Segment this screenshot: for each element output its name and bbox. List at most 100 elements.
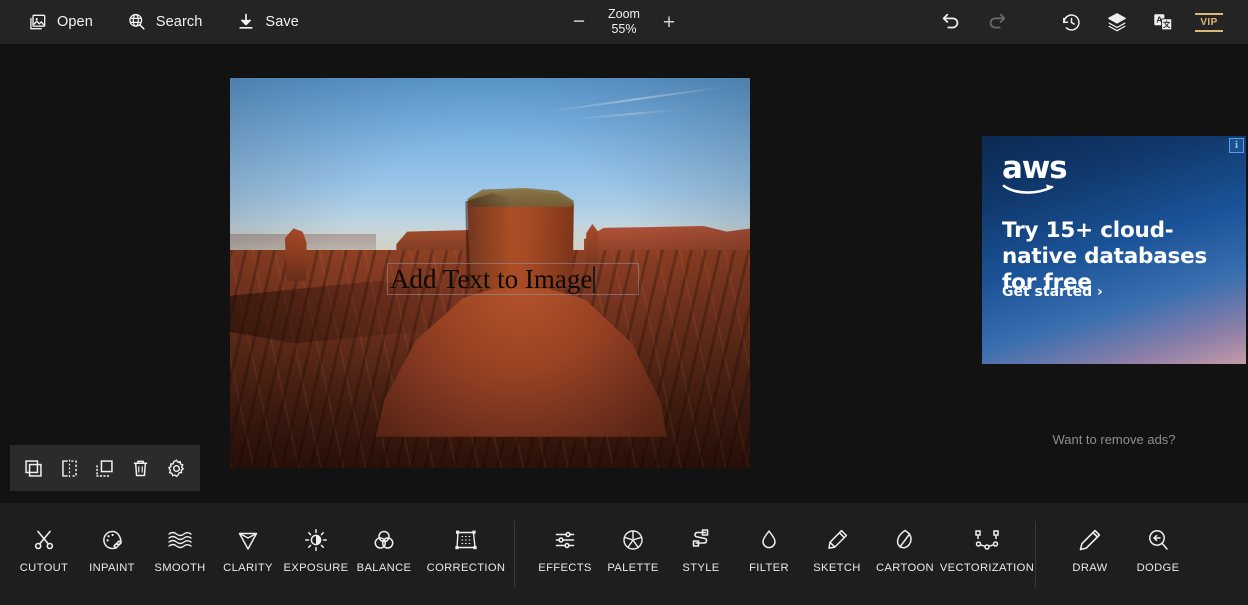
tool-label: EFFECTS bbox=[538, 562, 592, 574]
arrange-layer-button[interactable] bbox=[90, 453, 120, 483]
tool-exposure[interactable]: EXPOSURE bbox=[282, 503, 350, 574]
tool-clarity[interactable]: CLARITY bbox=[214, 503, 282, 574]
adchoices-info-icon[interactable]: i bbox=[1229, 138, 1244, 153]
tool-group-effects: EFFECTS PALETTE STYLE FILTER SKETCH CART… bbox=[515, 503, 1035, 605]
vip-button[interactable]: VIP bbox=[1186, 0, 1232, 44]
flip-horizontal-button[interactable] bbox=[54, 453, 84, 483]
tool-label: SMOOTH bbox=[154, 562, 206, 574]
tool-label: BALANCE bbox=[356, 562, 412, 574]
top-toolbar: Open Search Save − Zoom 55% + A 文 VIP bbox=[0, 0, 1248, 44]
pencil-sketch-icon bbox=[824, 527, 850, 553]
settings-button[interactable] bbox=[161, 453, 191, 483]
duplicate-button[interactable] bbox=[19, 453, 49, 483]
sun-contrast-icon bbox=[303, 527, 329, 553]
aws-logo: aws bbox=[1002, 150, 1068, 194]
tool-label: STYLE bbox=[682, 562, 720, 574]
tool-cutout[interactable]: CUTOUT bbox=[10, 503, 78, 574]
zoom-in-button[interactable]: + bbox=[660, 12, 678, 33]
adchoices-label: i bbox=[1234, 139, 1239, 151]
tool-label: CORRECTION bbox=[426, 562, 506, 574]
tool-label: CARTOON bbox=[876, 562, 934, 574]
text-layer-selection-box[interactable]: Add Text to Image bbox=[387, 263, 639, 295]
svg-text:文: 文 bbox=[1162, 20, 1171, 29]
editor-canvas[interactable]: Add Text to Image i aws Try 15+ cloud-na… bbox=[0, 44, 1248, 503]
zoom-readout: Zoom 55% bbox=[608, 7, 640, 37]
tool-label: PALETTE bbox=[607, 562, 659, 574]
tool-filter[interactable]: FILTER bbox=[735, 503, 803, 574]
vector-nodes-icon bbox=[974, 527, 1000, 553]
search-label: Search bbox=[155, 14, 203, 30]
save-download-icon bbox=[236, 12, 256, 32]
scissors-icon bbox=[31, 527, 57, 553]
open-button[interactable]: Open bbox=[28, 12, 93, 32]
aws-wordmark: aws bbox=[1002, 150, 1068, 186]
tool-sketch[interactable]: SKETCH bbox=[803, 503, 871, 574]
vip-line-bottom bbox=[1195, 29, 1223, 32]
canvas-image[interactable]: Add Text to Image bbox=[230, 78, 750, 468]
undo-button[interactable] bbox=[928, 0, 974, 44]
zoom-out-button[interactable]: − bbox=[570, 11, 588, 32]
tool-correction[interactable]: CORRECTION bbox=[418, 503, 514, 574]
translate-button[interactable]: A 文 bbox=[1140, 0, 1186, 44]
zoom-value: 55% bbox=[611, 22, 637, 36]
advertisement-banner[interactable]: i aws Try 15+ cloud-native databases for… bbox=[982, 136, 1246, 364]
search-globe-icon bbox=[127, 12, 147, 32]
tool-style[interactable]: STYLE bbox=[667, 503, 735, 574]
top-toolbar-left-group: Open Search Save bbox=[0, 12, 299, 32]
tool-dodge[interactable]: DODGE bbox=[1124, 503, 1192, 574]
top-toolbar-right-group: A 文 VIP bbox=[928, 0, 1232, 44]
tool-label: FILTER bbox=[749, 562, 789, 574]
ad-cta-link[interactable]: Get started › bbox=[1002, 284, 1103, 300]
tool-palette[interactable]: PALETTE bbox=[599, 503, 667, 574]
delete-button[interactable] bbox=[126, 453, 156, 483]
tool-draw[interactable]: DRAW bbox=[1056, 503, 1124, 574]
tool-balance[interactable]: BALANCE bbox=[350, 503, 418, 574]
tool-label: SKETCH bbox=[813, 562, 861, 574]
layers-button[interactable] bbox=[1094, 0, 1140, 44]
sliders-icon bbox=[552, 527, 578, 553]
vip-line-top bbox=[1195, 12, 1223, 15]
open-label: Open bbox=[57, 14, 93, 30]
leaf-cartoon-icon bbox=[892, 527, 918, 553]
tool-inpaint[interactable]: INPAINT bbox=[78, 503, 146, 574]
waves-icon bbox=[167, 527, 193, 553]
aws-smile-icon bbox=[1002, 184, 1054, 194]
style-swap-icon bbox=[688, 527, 714, 553]
droplet-icon bbox=[756, 527, 782, 553]
palette-brush-icon bbox=[99, 527, 125, 553]
save-label: Save bbox=[265, 14, 299, 30]
text-caret bbox=[593, 265, 595, 293]
dodge-icon bbox=[1145, 527, 1171, 553]
diamond-icon bbox=[235, 527, 261, 553]
history-button[interactable] bbox=[1048, 0, 1094, 44]
tool-label: CUTOUT bbox=[19, 562, 69, 574]
tool-label: CLARITY bbox=[223, 562, 273, 574]
image-text[interactable]: Add Text to Image bbox=[388, 265, 592, 293]
vip-badge: VIP bbox=[1195, 12, 1223, 32]
object-floating-toolbar bbox=[10, 445, 200, 491]
tool-label: EXPOSURE bbox=[283, 562, 349, 574]
aperture-icon bbox=[620, 527, 646, 553]
remove-ads-link[interactable]: Want to remove ads? bbox=[982, 432, 1246, 447]
color-circles-icon bbox=[371, 527, 397, 553]
pencil-icon bbox=[1077, 527, 1103, 553]
vip-label: VIP bbox=[1200, 16, 1218, 28]
bottom-tool-toolbar: CUTOUT INPAINT SMOOTH CLARITY EXPOSURE B… bbox=[0, 503, 1248, 605]
perspective-grid-icon bbox=[453, 527, 479, 553]
tool-label: DRAW bbox=[1072, 562, 1108, 574]
tool-vectorization[interactable]: VECTORIZATION bbox=[939, 503, 1035, 574]
tool-group-paint: DRAW DODGE bbox=[1036, 503, 1192, 605]
save-button[interactable]: Save bbox=[236, 12, 299, 32]
open-image-icon bbox=[28, 12, 48, 32]
tool-group-retouch: CUTOUT INPAINT SMOOTH CLARITY EXPOSURE B… bbox=[0, 503, 514, 605]
tool-smooth[interactable]: SMOOTH bbox=[146, 503, 214, 574]
tool-effects[interactable]: EFFECTS bbox=[531, 503, 599, 574]
tool-label: DODGE bbox=[1136, 562, 1180, 574]
search-button[interactable]: Search bbox=[127, 12, 203, 32]
image-editor-app: Open Search Save − Zoom 55% + A 文 VIP Ad… bbox=[0, 0, 1248, 605]
zoom-title: Zoom bbox=[608, 7, 640, 21]
tool-label: INPAINT bbox=[89, 562, 135, 574]
redo-button[interactable] bbox=[974, 0, 1020, 44]
tool-label: VECTORIZATION bbox=[939, 562, 1035, 574]
tool-cartoon[interactable]: CARTOON bbox=[871, 503, 939, 574]
